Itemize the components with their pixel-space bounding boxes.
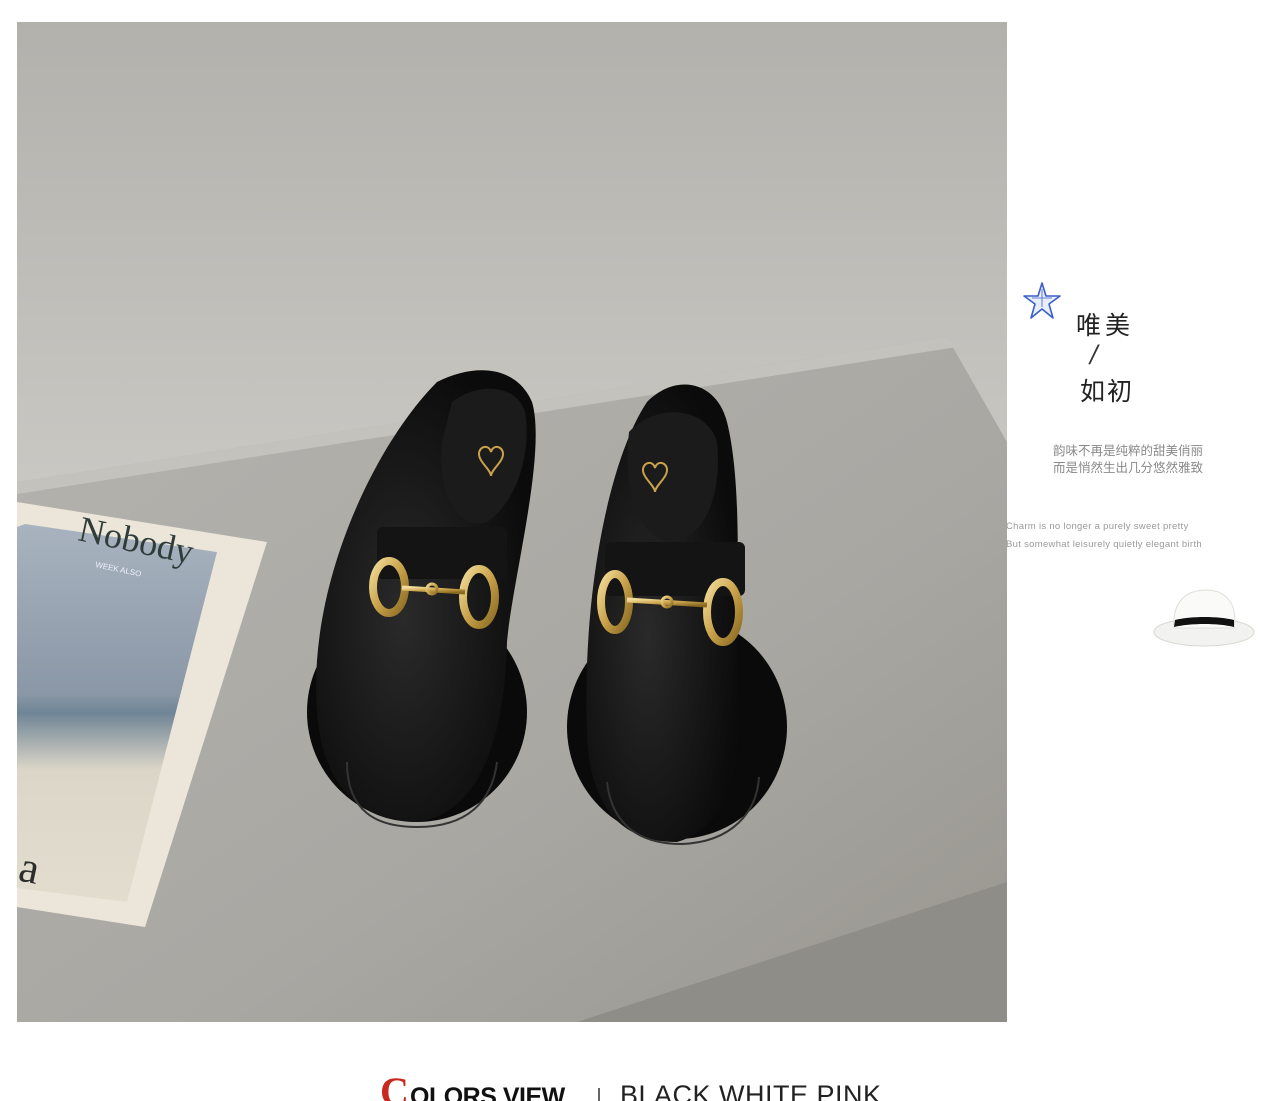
en-description-line-1: Charm is no longer a purely sweet pretty [1006, 521, 1189, 532]
colors-view-values: BLACK WHITE PINK [620, 1080, 882, 1101]
colors-view-initial: C [380, 1069, 409, 1101]
en-description-line-2: But somewhat leisurely quietly elegant b… [1006, 539, 1202, 550]
cn-description: 韵味不再是纯粹的甜美俏丽 而是悄然生出几分悠然雅致 [1028, 442, 1228, 476]
cn-description-line-2: 而是悄然生出几分悠然雅致 [1052, 460, 1203, 475]
colors-view-divider [598, 1088, 600, 1101]
panel-title-line-1: 唯美 [1076, 311, 1135, 340]
cn-description-line-1: 韵味不再是纯粹的甜美俏丽 [1052, 443, 1203, 458]
colors-view-banner: C OLORS VIEW BLACK WHITE PINK [378, 1066, 938, 1101]
panel-title-separator: / [1087, 340, 1101, 368]
side-panel: 唯美 / 如初 韵味不再是纯粹的甜美俏丽 而是悄然生出几分悠然雅致 Charm … [1006, 270, 1280, 670]
panel-title-line-2: 如初 [1080, 377, 1135, 406]
hat-icon [1153, 589, 1255, 647]
star-icon [1023, 282, 1061, 319]
en-description: Charm is no longer a purely sweet pretty… [1006, 518, 1236, 554]
product-photo: Nobody WEEK ALSO a [17, 22, 1007, 1022]
colors-view-label: OLORS VIEW [410, 1083, 565, 1101]
